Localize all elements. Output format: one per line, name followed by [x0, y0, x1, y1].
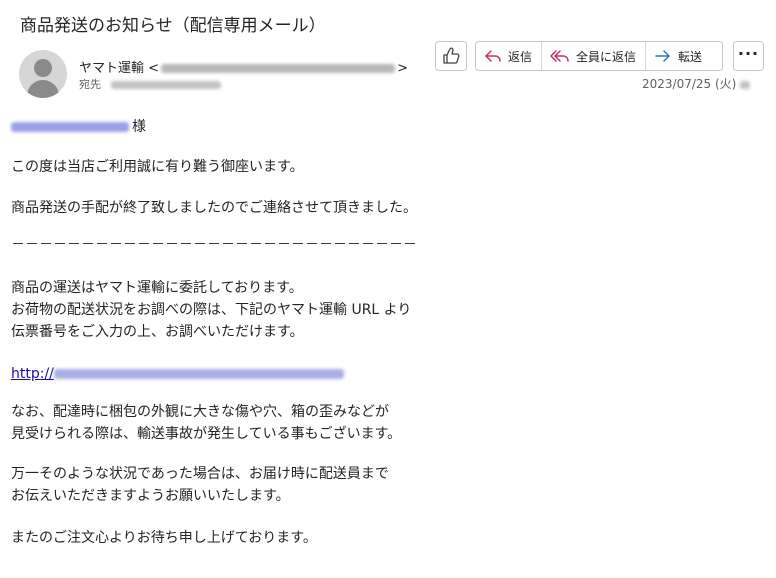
body-line-1: この度は当店ご利用誠に有り難う御座います。 [11, 159, 304, 175]
body-line-3b: お荷物の配送状況をお調べの際は、下記のヤマト運輸 URL より [11, 302, 412, 318]
sender-line[interactable]: ヤマト運輸 < > [79, 57, 408, 76]
body-line-6: またのご注文心よりお待ち申し上げております。 [11, 530, 317, 546]
sender-address-redacted [161, 64, 396, 73]
avatar-body [27, 80, 59, 98]
body-line-3a: 商品の運送はヤマト運輸に委託しております。 [11, 280, 303, 296]
link-prefix: http:// [11, 366, 54, 382]
forward-button[interactable]: 転送 [645, 42, 711, 70]
recipient-address-redacted [111, 81, 221, 89]
reply-icon [485, 50, 501, 62]
recipient-line: 宛先 [79, 76, 221, 92]
reply-all-button[interactable]: 全員に返信 [541, 42, 645, 70]
link-url-redacted [53, 369, 344, 379]
greeting-line: 様 [11, 117, 146, 138]
reply-all-label: 全員に返信 [576, 49, 637, 64]
like-button[interactable] [435, 41, 467, 71]
reply-button[interactable]: 返信 [476, 42, 541, 70]
forward-arrow-icon [655, 50, 670, 62]
received-date: 2023/07/25 (火) [642, 75, 751, 92]
sender-bracket-open: < [148, 61, 160, 76]
thumbs-up-icon [443, 47, 460, 64]
body-line-3c: 伝票番号をご入力の上、お調べいただけます。 [11, 324, 304, 340]
sender-name: ヤマト運輸 [79, 61, 145, 76]
tracking-link[interactable]: http:// [11, 366, 344, 382]
reply-all-icon [550, 50, 569, 62]
more-horizontal-icon: ··· [737, 43, 760, 63]
reply-actions: 返信 全員に返信 転送 [475, 41, 723, 71]
email-subject: 商品発送のお知らせ（配信専用メール） [20, 16, 326, 36]
more-actions-button[interactable]: ··· [733, 41, 764, 71]
date-text: 2023/07/25 (火) [642, 77, 737, 91]
time-redacted [740, 80, 751, 89]
avatar-head [34, 59, 52, 77]
body-line-4a: なお、配達時に梱包の外観に大きな傷や穴、箱の歪みなどが [11, 404, 389, 420]
body-line-2: 商品発送の手配が終了致しましたのでご連絡させて頂きました。 [11, 200, 417, 216]
body-line-5a: 万一そのような状況であった場合は、お届け時に配送員まで [11, 466, 389, 482]
greeting-suffix: 様 [132, 119, 146, 135]
body-line-4b: 見受けられる際は、輸送事故が発生している事もございます。 [11, 426, 402, 442]
separator-line: －－－－－－－－－－－－－－－－－－－－－－－－－－－－－ [11, 237, 417, 253]
forward-label: 転送 [678, 49, 703, 64]
reply-label: 返信 [508, 49, 533, 64]
recipient-name-redacted [11, 122, 129, 132]
sender-avatar[interactable] [19, 50, 67, 98]
body-line-5b: お伝えいただきますようお願いいたします。 [11, 488, 290, 504]
sender-bracket-close: > [397, 61, 408, 76]
recipient-label: 宛先 [79, 78, 101, 91]
tracking-link-line[interactable]: http:// [11, 364, 344, 385]
